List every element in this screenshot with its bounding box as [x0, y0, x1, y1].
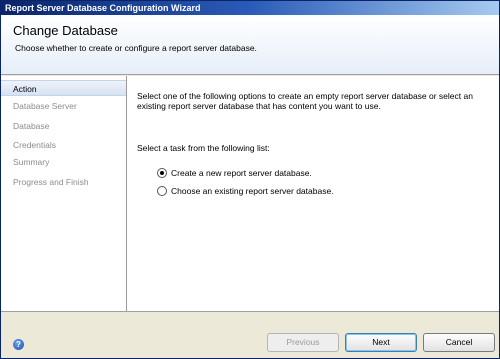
choose-existing-database-radio[interactable]: [157, 186, 167, 196]
title-bar[interactable]: Report Server Database Configuration Wiz…: [1, 1, 499, 15]
create-new-database-radio[interactable]: [157, 168, 167, 178]
sidebar-item-credentials[interactable]: Credentials: [1, 137, 126, 153]
main-panel: Select one of the following options to c…: [137, 76, 492, 311]
page-title: Change Database: [13, 23, 118, 38]
wizard-header: Change Database Choose whether to create…: [1, 15, 499, 75]
window-title: Report Server Database Configuration Wiz…: [5, 3, 201, 13]
previous-button[interactable]: Previous: [267, 333, 339, 352]
sidebar-item-action[interactable]: Action: [1, 80, 126, 96]
wizard-content: Action Database Server Database Credenti…: [1, 76, 499, 311]
cancel-button[interactable]: Cancel: [423, 333, 495, 352]
wizard-window: Report Server Database Configuration Wiz…: [0, 0, 500, 359]
help-icon[interactable]: ?: [13, 339, 24, 350]
create-new-database-label[interactable]: Create a new report server database.: [171, 167, 312, 179]
task-list-label: Select a task from the following list:: [137, 143, 270, 153]
page-subtitle: Choose whether to create or configure a …: [15, 43, 257, 53]
sidebar-item-database-server[interactable]: Database Server: [1, 98, 126, 114]
wizard-footer: ? Previous Next Cancel: [1, 311, 499, 358]
sidebar-item-progress-and-finish[interactable]: Progress and Finish: [1, 174, 126, 190]
intro-text: Select one of the following options to c…: [137, 91, 473, 111]
choose-existing-database-label[interactable]: Choose an existing report server databas…: [171, 185, 334, 197]
sidebar-item-database[interactable]: Database: [1, 118, 126, 134]
sidebar-item-summary[interactable]: Summary: [1, 154, 126, 170]
steps-sidebar: Action Database Server Database Credenti…: [1, 76, 127, 311]
next-button[interactable]: Next: [345, 333, 417, 352]
